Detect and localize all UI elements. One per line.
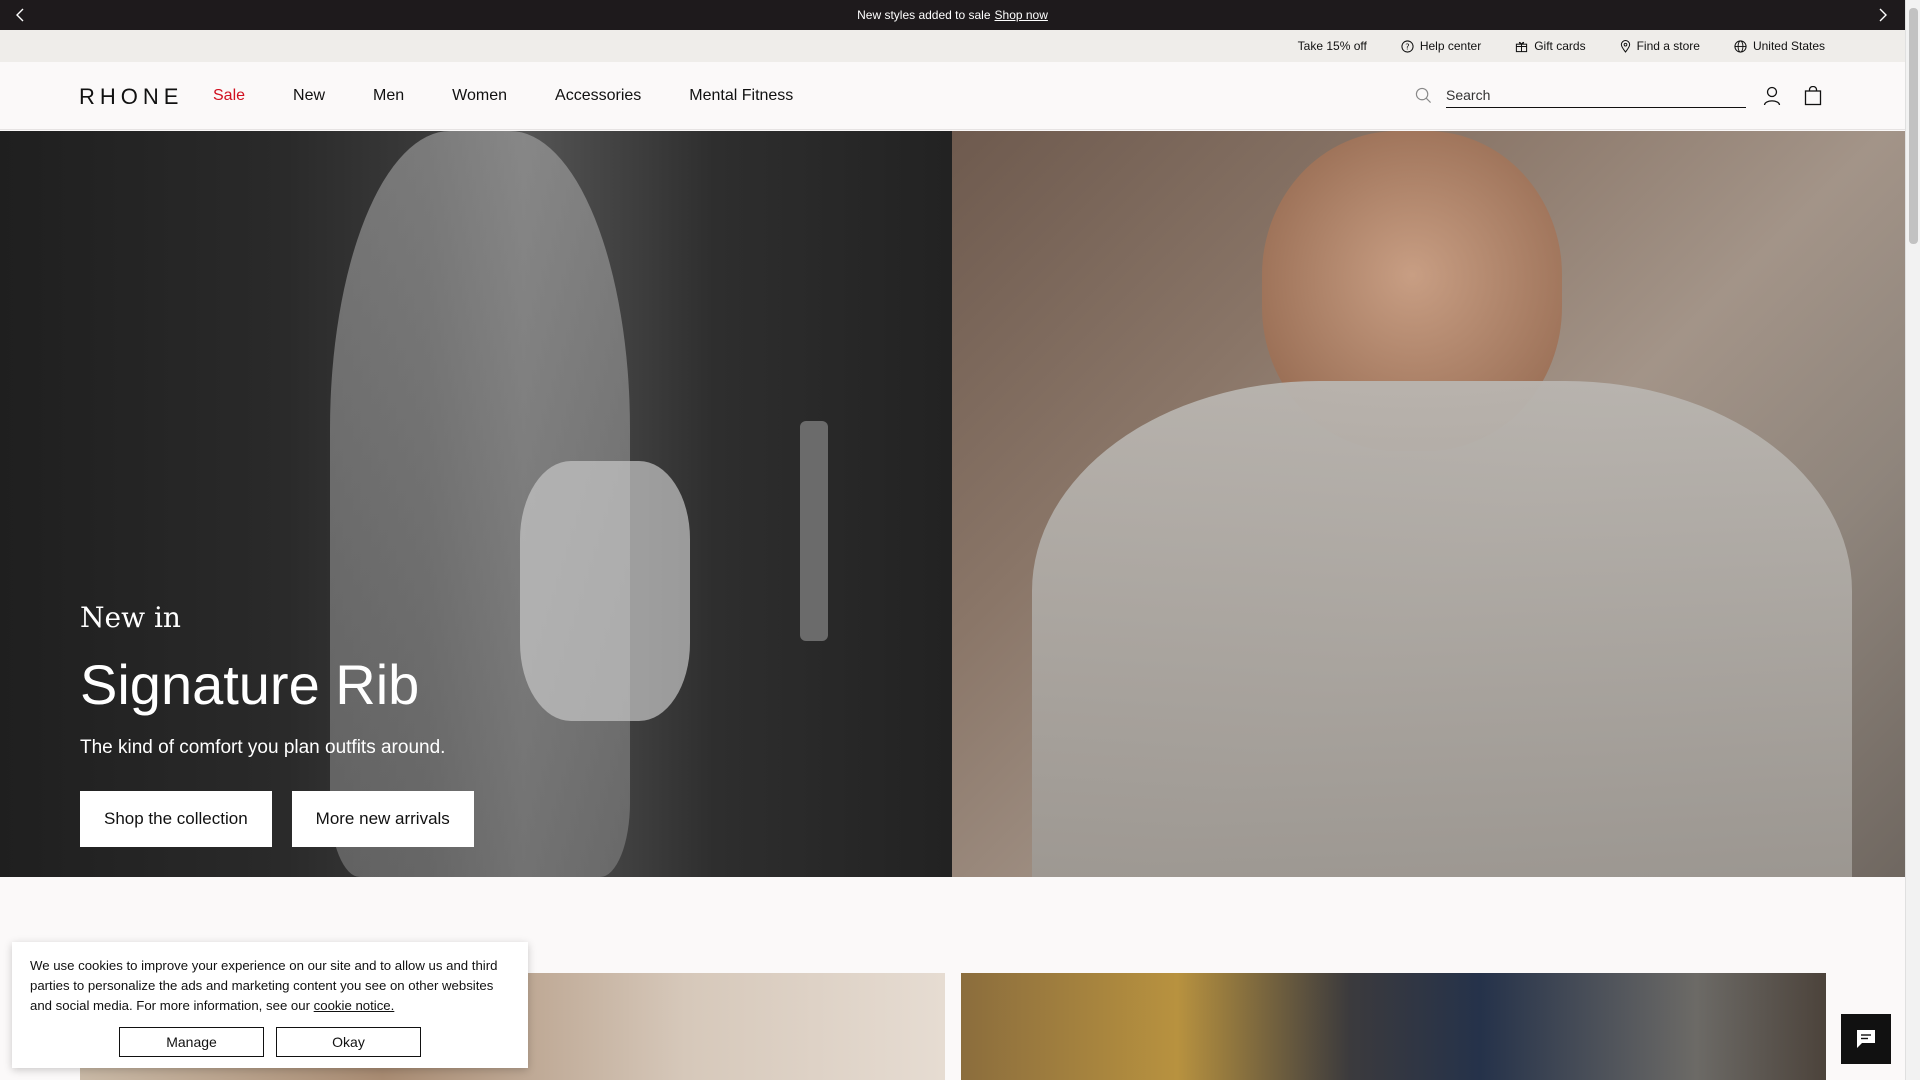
chat-icon bbox=[1857, 1030, 1875, 1048]
cookie-notice-link[interactable]: cookie notice. bbox=[314, 998, 395, 1013]
shopping-bag-icon[interactable] bbox=[1804, 85, 1822, 111]
utility-label: Help center bbox=[1419, 39, 1482, 53]
utility-label: Find a store bbox=[1636, 39, 1700, 53]
nav-women[interactable]: Women bbox=[452, 87, 507, 105]
nav-mental-fitness[interactable]: Mental Fitness bbox=[689, 87, 793, 105]
shop-the-collection-button[interactable]: Shop the collection bbox=[80, 791, 272, 847]
gift-icon bbox=[1516, 41, 1528, 52]
manage-cookies-button[interactable]: Manage bbox=[119, 1027, 264, 1057]
promo-tile-right[interactable] bbox=[961, 973, 1826, 1080]
globe-icon bbox=[1734, 39, 1747, 53]
cookie-buttons: Manage Okay bbox=[119, 1027, 433, 1057]
utility-label: Gift cards bbox=[1534, 39, 1586, 53]
utility-help-center[interactable]: ? Help center bbox=[1401, 39, 1481, 53]
shop-now-link[interactable]: Shop now bbox=[995, 8, 1048, 22]
utility-bar: Take 15% off ? Help center Gift cards Fi… bbox=[0, 30, 1905, 62]
hero-eyebrow: New in bbox=[80, 601, 181, 634]
nav-accessories[interactable]: Accessories bbox=[555, 87, 641, 105]
utility-take-15-off[interactable]: Take 15% off bbox=[1298, 39, 1367, 53]
okay-cookies-button[interactable]: Okay bbox=[276, 1027, 421, 1057]
utility-gift-cards[interactable]: Gift cards bbox=[1515, 39, 1586, 53]
hero-subtitle: The kind of comfort you plan outfits aro… bbox=[80, 737, 446, 758]
hero-banner: New in Signature Rib The kind of comfort… bbox=[0, 131, 1905, 877]
utility-label: United States bbox=[1752, 39, 1825, 53]
svg-text:?: ? bbox=[1405, 41, 1409, 51]
search-input[interactable] bbox=[1446, 82, 1746, 108]
more-new-arrivals-button[interactable]: More new arrivals bbox=[291, 791, 474, 847]
chat-button[interactable] bbox=[1841, 1014, 1891, 1064]
main-nav: Sale New Men Women Accessories Mental Fi… bbox=[213, 62, 841, 130]
account-icon[interactable] bbox=[1763, 86, 1781, 111]
hero-buttons: Shop the collection More new arrivals bbox=[80, 791, 494, 847]
chevron-left-icon[interactable] bbox=[10, 5, 30, 25]
cookie-text: We use cookies to improve your experienc… bbox=[30, 958, 498, 1013]
main-header: RHONE Sale New Men Women Accessories Men… bbox=[0, 62, 1905, 130]
hero-image-right bbox=[952, 131, 1905, 877]
hero-text-block: New in Signature Rib The kind of comfort… bbox=[80, 601, 494, 847]
search-box bbox=[1415, 82, 1746, 108]
utility-label: Take 15% off bbox=[1297, 39, 1367, 53]
cookie-banner: We use cookies to improve your experienc… bbox=[12, 942, 528, 1068]
location-pin-icon bbox=[1620, 39, 1630, 53]
help-icon: ? bbox=[1401, 39, 1414, 53]
utility-find-a-store[interactable]: Find a store bbox=[1620, 39, 1700, 53]
hero-title: Signature Rib bbox=[80, 653, 420, 716]
announcement-bar: New styles added to sale Shop now bbox=[0, 0, 1905, 30]
nav-sale[interactable]: Sale bbox=[213, 87, 245, 105]
chevron-right-icon[interactable] bbox=[1873, 5, 1893, 25]
announcement-text: New styles added to sale bbox=[857, 8, 991, 22]
nav-men[interactable]: Men bbox=[373, 87, 404, 105]
page-scrollbar[interactable] bbox=[1905, 0, 1920, 1080]
rhone-logo[interactable]: RHONE bbox=[79, 84, 183, 110]
search-icon[interactable] bbox=[1415, 87, 1432, 104]
scrollbar-thumb[interactable] bbox=[1909, 8, 1918, 244]
utility-country-selector[interactable]: United States bbox=[1734, 39, 1825, 53]
nav-new[interactable]: New bbox=[293, 87, 325, 105]
